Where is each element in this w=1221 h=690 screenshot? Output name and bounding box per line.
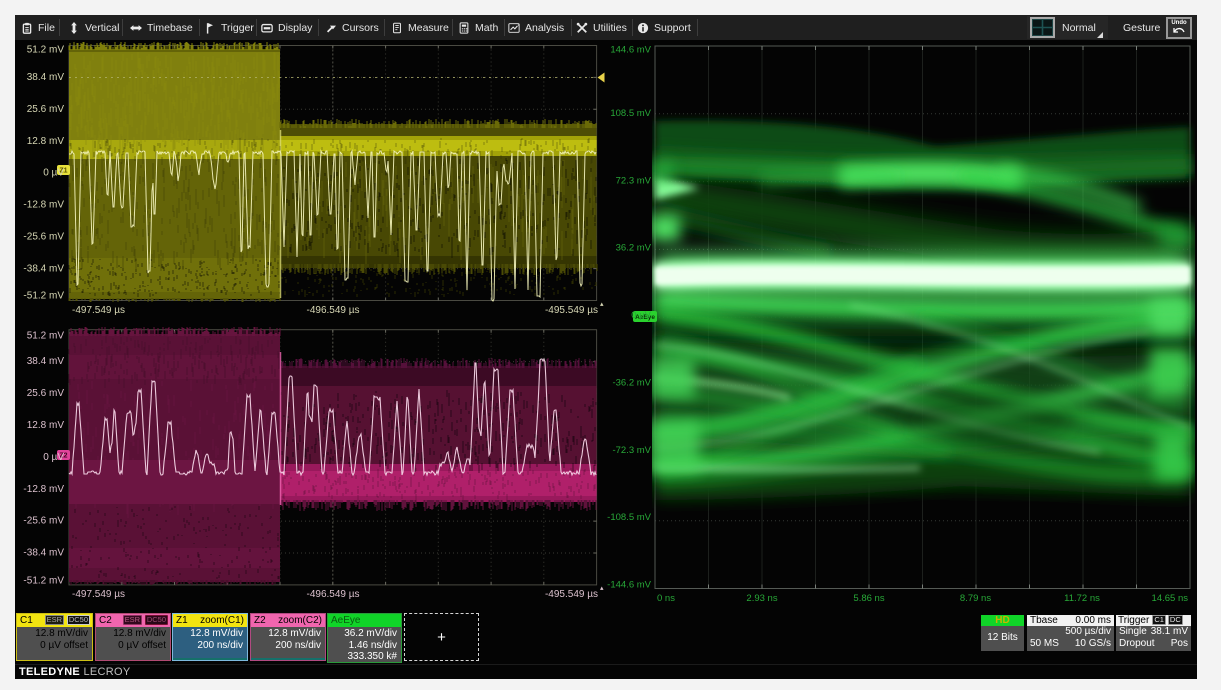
svg-text:-496.549 µs: -496.549 µs xyxy=(306,589,359,600)
svg-text:0 ns: 0 ns xyxy=(657,593,675,604)
svg-text:38.4 mV: 38.4 mV xyxy=(27,356,65,367)
svg-text:▴: ▴ xyxy=(600,301,604,308)
svg-text:-495.549 µs: -495.549 µs xyxy=(545,305,598,316)
svg-text:-38.4 mV: -38.4 mV xyxy=(23,263,64,274)
svg-text:-12.8 mV: -12.8 mV xyxy=(23,200,64,211)
svg-text:144.6 mV: 144.6 mV xyxy=(610,45,651,56)
svg-text:-25.6 mV: -25.6 mV xyxy=(23,232,64,243)
svg-text:-108.5 mV: -108.5 mV xyxy=(607,512,651,523)
svg-text:-12.8 mV: -12.8 mV xyxy=(23,484,64,495)
svg-text:-51.2 mV: -51.2 mV xyxy=(23,576,64,587)
svg-text:-144.6 mV: -144.6 mV xyxy=(607,580,651,591)
svg-text:-38.4 mV: -38.4 mV xyxy=(23,548,64,559)
svg-text:2.93 ns: 2.93 ns xyxy=(746,593,777,604)
svg-text:108.5 mV: 108.5 mV xyxy=(610,108,651,119)
svg-text:25.6 mV: 25.6 mV xyxy=(27,388,65,399)
svg-text:0 µV: 0 µV xyxy=(43,452,64,463)
svg-text:-495.549 µs: -495.549 µs xyxy=(545,589,598,600)
svg-text:11.72 ns: 11.72 ns xyxy=(1064,593,1100,604)
svg-text:5.86 ns: 5.86 ns xyxy=(853,593,884,604)
svg-text:72.3 mV: 72.3 mV xyxy=(616,175,652,186)
svg-text:-25.6 mV: -25.6 mV xyxy=(23,516,64,527)
svg-text:14.65 ns: 14.65 ns xyxy=(1152,593,1189,604)
svg-text:36.2 mV: 36.2 mV xyxy=(616,243,652,254)
svg-text:-51.2 mV: -51.2 mV xyxy=(23,291,64,302)
svg-text:-72.3 mV: -72.3 mV xyxy=(612,445,651,456)
svg-text:51.2 mV: 51.2 mV xyxy=(27,331,65,342)
svg-text:-497.549 µs: -497.549 µs xyxy=(72,589,125,600)
svg-text:25.6 mV: 25.6 mV xyxy=(27,104,65,115)
svg-text:▴: ▴ xyxy=(600,585,604,592)
svg-text:12.8 mV: 12.8 mV xyxy=(27,420,65,431)
svg-text:0 µV: 0 µV xyxy=(43,168,64,179)
svg-text:-497.549 µs: -497.549 µs xyxy=(72,305,125,316)
svg-text:-496.549 µs: -496.549 µs xyxy=(306,305,359,316)
svg-text:-36.2 mV: -36.2 mV xyxy=(612,378,651,389)
svg-text:12.8 mV: 12.8 mV xyxy=(27,136,65,147)
svg-text:51.2 mV: 51.2 mV xyxy=(27,45,65,56)
svg-text:8.79 ns: 8.79 ns xyxy=(960,593,991,604)
svg-text:38.4 mV: 38.4 mV xyxy=(27,72,65,83)
svg-text:0 µV: 0 µV xyxy=(631,310,651,321)
